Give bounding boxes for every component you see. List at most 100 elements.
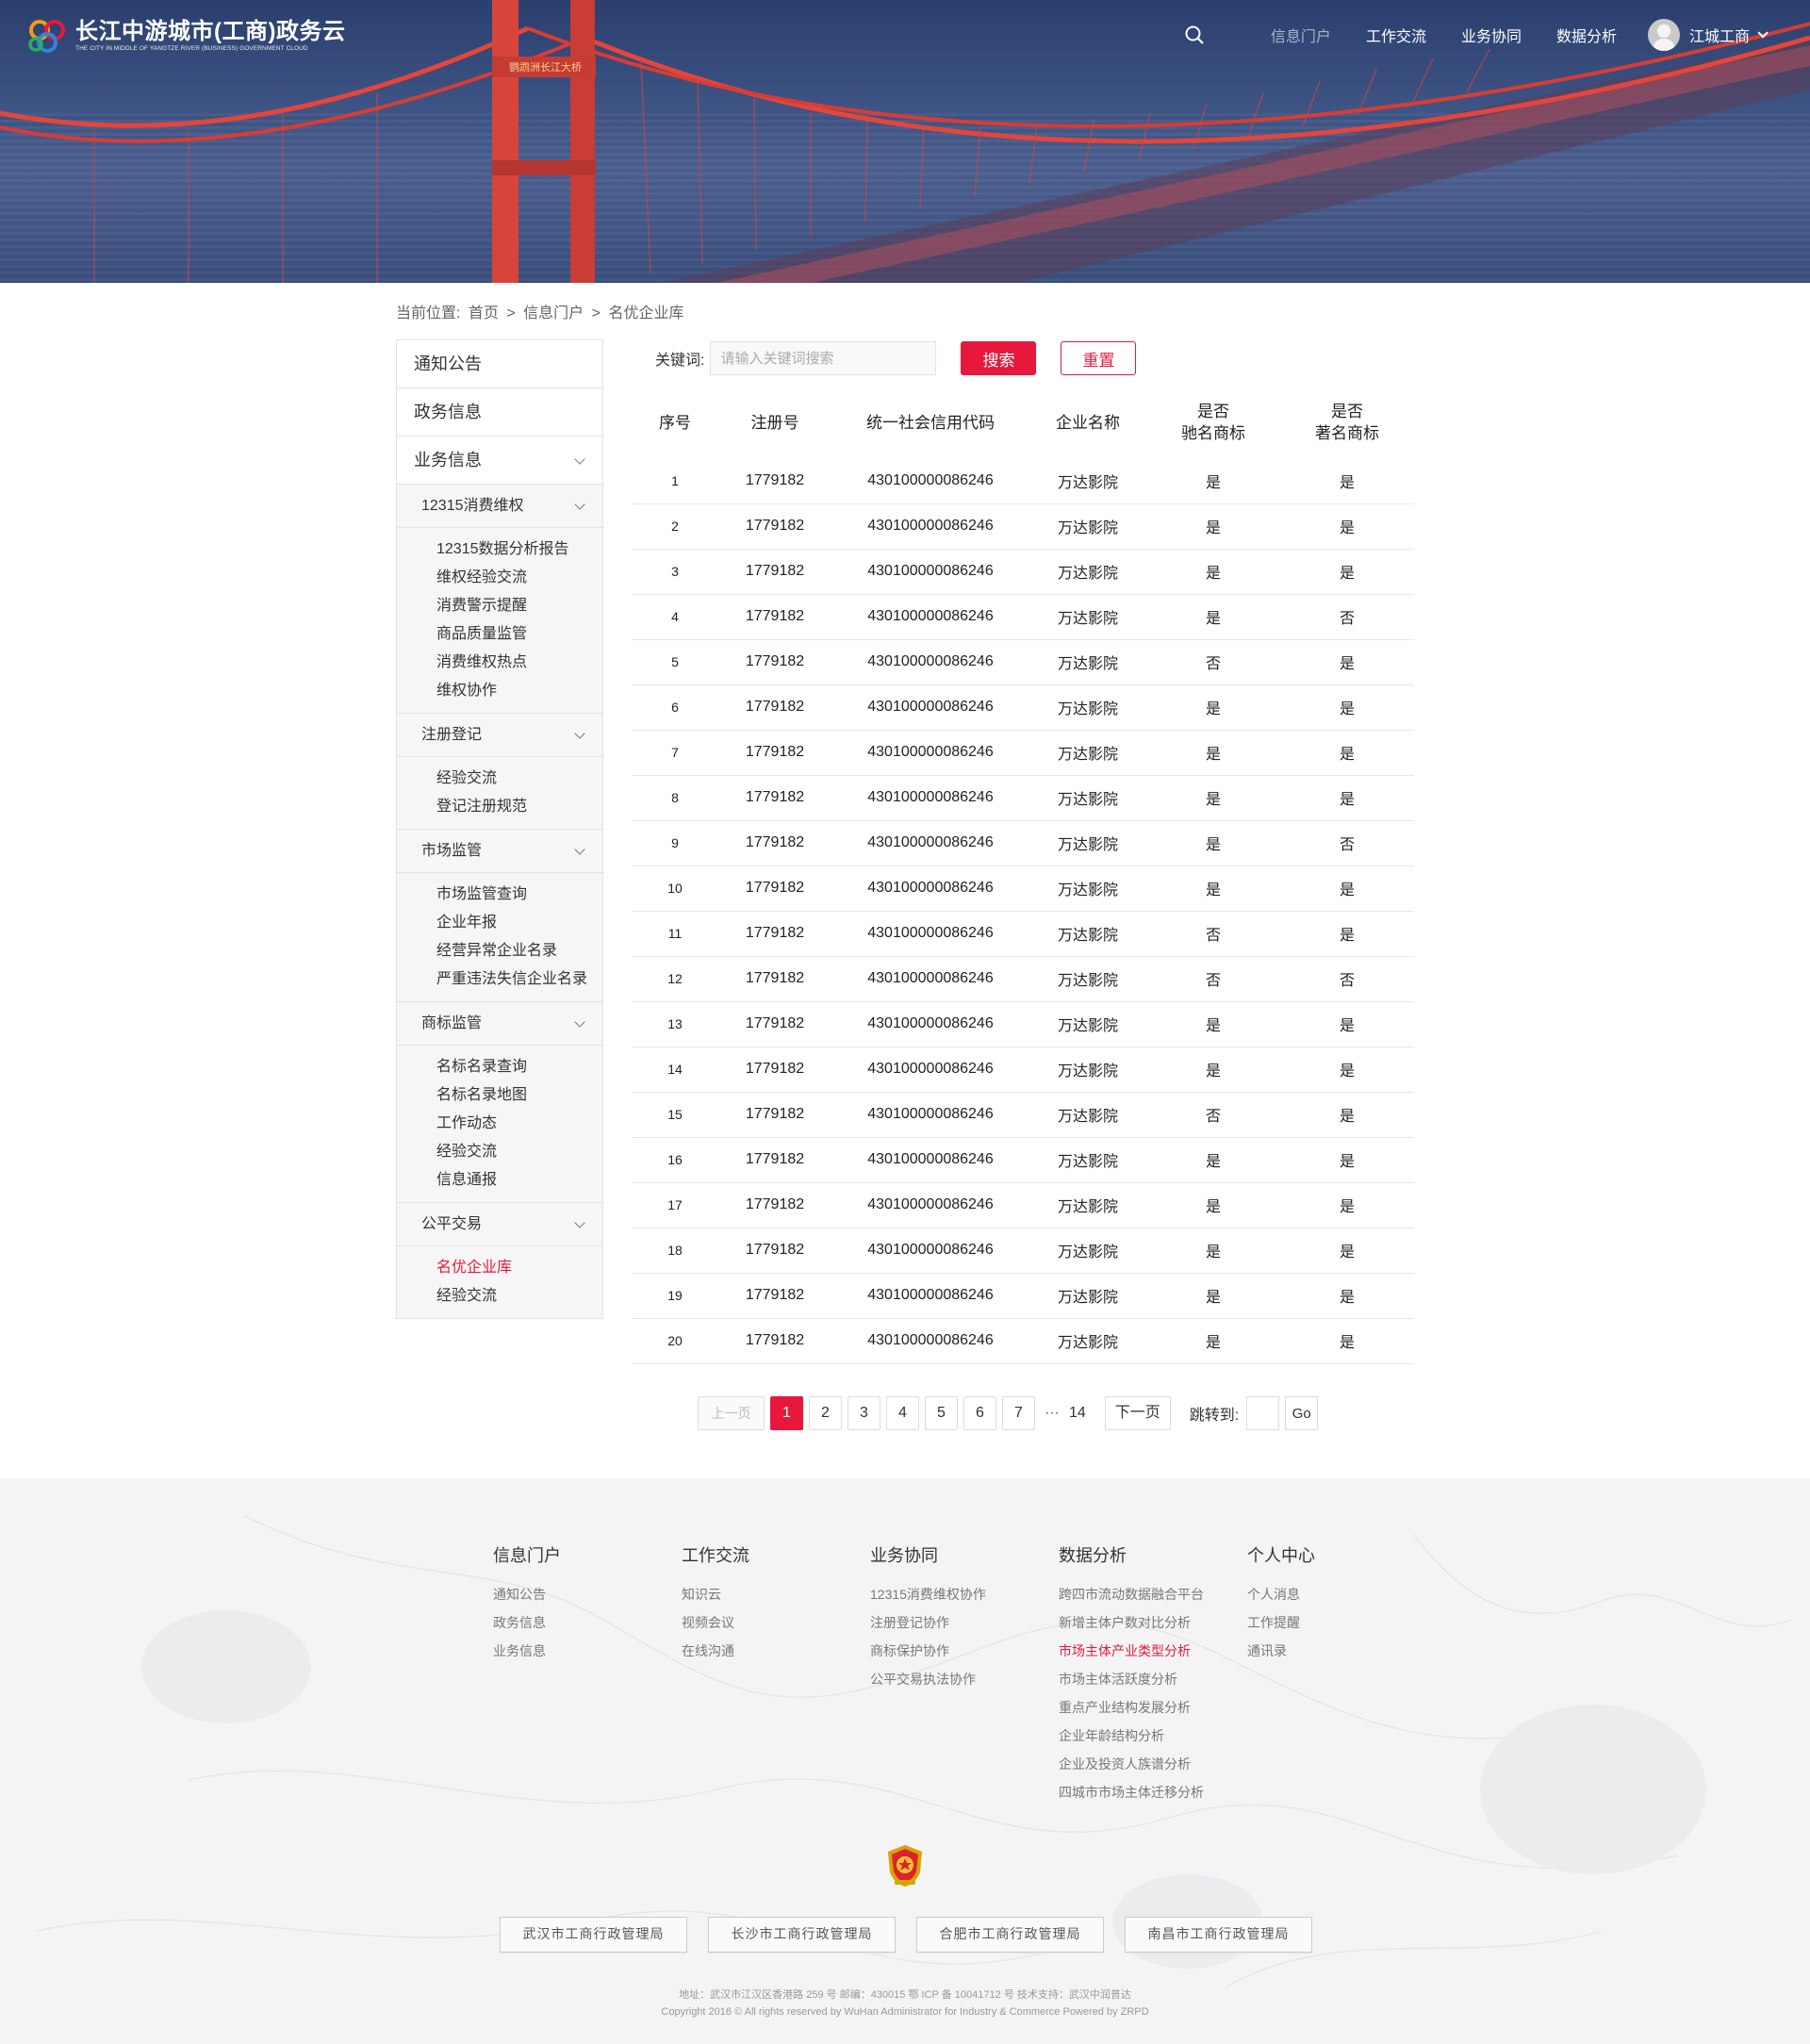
cell-reg-no: 1779182 (718, 1228, 831, 1274)
nav-data-analysis[interactable]: 数据分析 (1556, 24, 1617, 46)
sidebar-item-label: 业务信息 (414, 451, 482, 470)
nav-business-collab[interactable]: 业务协同 (1461, 24, 1522, 46)
cell-company-name: 万达影院 (1029, 1092, 1146, 1138)
cell-credit-code: 430100000086246 (831, 911, 1029, 957)
reset-button[interactable]: 重置 (1061, 341, 1137, 375)
search-button[interactable]: 搜索 (961, 341, 1037, 375)
page-4-button[interactable]: 4 (886, 1396, 919, 1430)
cell-company-name: 万达影院 (1029, 820, 1146, 866)
sidebar-subitem[interactable]: 商品质量监管 (397, 620, 602, 649)
cell-reg-no: 1779182 (718, 911, 831, 957)
sidebar-subitem[interactable]: 名标名录地图 (397, 1081, 602, 1110)
bureau-link-changsha[interactable]: 长沙市工商行政管理局 (708, 1917, 896, 1953)
cell-company-name: 万达影院 (1029, 684, 1146, 731)
site-logo[interactable]: 长江中游城市(工商)政务云 THE CITY IN MIDDLE OF YANG… (26, 17, 345, 55)
page-6-button[interactable]: 6 (963, 1396, 996, 1430)
sidebar-subitem[interactable]: 严重违法失信企业名录 (397, 965, 602, 994)
sidebar-subitem-active[interactable]: 名优企业库 (397, 1254, 602, 1282)
sidebar-subitem[interactable]: 企业年报 (397, 909, 602, 937)
page-1-button[interactable]: 1 (770, 1396, 803, 1430)
cell-famous-mark: 是 (1280, 865, 1414, 912)
footer-link[interactable]: 公平交易执法协作 (870, 1665, 986, 1693)
cell-well-known-mark: 是 (1146, 549, 1280, 595)
footer-link[interactable]: 四城市市场主体迁移分析 (1059, 1778, 1204, 1806)
sidebar-item-gov-info[interactable]: 政务信息 (397, 388, 602, 437)
bureau-link-hefei[interactable]: 合肥市工商行政管理局 (916, 1917, 1104, 1953)
table-row: 7 1779182 430100000086246 万达影院是是 (632, 730, 1414, 776)
footer-link[interactable]: 新增主体户数对比分析 (1059, 1608, 1204, 1637)
sidebar-item-notice[interactable]: 通知公告 (397, 340, 602, 388)
footer-link[interactable]: 企业及投资人族谱分析 (1059, 1750, 1204, 1778)
bureau-link-nanchang[interactable]: 南昌市工商行政管理局 (1125, 1917, 1312, 1953)
cell-famous-mark: 是 (1280, 1182, 1414, 1228)
cell-famous-mark: 是 (1280, 1228, 1414, 1274)
sidebar-subitem[interactable]: 经验交流 (397, 765, 602, 793)
sidebar-subitem[interactable]: 12315数据分析报告 (397, 536, 602, 564)
footer-link[interactable]: 通讯录 (1247, 1637, 1315, 1665)
sidebar-subitem[interactable]: 工作动态 (397, 1110, 602, 1138)
sidebar-item-business-info[interactable]: 业务信息 (397, 437, 602, 485)
jump-page-input[interactable] (1246, 1396, 1280, 1430)
page-2-button[interactable]: 2 (809, 1396, 842, 1430)
footer-link[interactable]: 跨四市流动数据融合平台 (1059, 1580, 1204, 1608)
footer-link[interactable]: 视频会议 (682, 1608, 749, 1637)
sidebar-subitem[interactable]: 维权协作 (397, 677, 602, 705)
footer-link[interactable]: 商标保护协作 (870, 1637, 986, 1665)
sidebar-section-fair-trade[interactable]: 公平交易 (397, 1203, 602, 1246)
nav-work-exchange[interactable]: 工作交流 (1366, 24, 1426, 46)
keyword-input[interactable] (710, 341, 937, 375)
footer-link[interactable]: 在线沟通 (682, 1637, 749, 1665)
footer-link[interactable]: 工作提醒 (1247, 1608, 1315, 1637)
sidebar-subitem[interactable]: 经验交流 (397, 1138, 602, 1166)
footer-link[interactable]: 市场主体活跃度分析 (1059, 1665, 1204, 1693)
sidebar-subitem[interactable]: 经营异常企业名录 (397, 937, 602, 965)
sidebar-subitem[interactable]: 登记注册规范 (397, 793, 602, 821)
cell-company-name: 万达影院 (1029, 1047, 1146, 1093)
sidebar-subitem[interactable]: 信息通报 (397, 1166, 602, 1195)
footer-link[interactable]: 重点产业结构发展分析 (1059, 1693, 1204, 1722)
footer-link[interactable]: 注册登记协作 (870, 1608, 986, 1637)
footer-link[interactable]: 12315消费维权协作 (870, 1580, 986, 1608)
page-7-button[interactable]: 7 (1002, 1396, 1035, 1430)
footer-link[interactable]: 政务信息 (493, 1608, 561, 1637)
cell-well-known-mark: 是 (1146, 684, 1280, 731)
sidebar-subitem[interactable]: 消费警示提醒 (397, 592, 602, 620)
cell-credit-code: 430100000086246 (831, 684, 1029, 731)
footer-link[interactable]: 企业年龄结构分析 (1059, 1722, 1204, 1750)
nav-info-portal[interactable]: 信息门户 (1271, 24, 1331, 46)
sidebar-subitem[interactable]: 市场监管查询 (397, 881, 602, 909)
footer-link[interactable]: 个人消息 (1247, 1580, 1315, 1608)
cell-company-name: 万达影院 (1029, 458, 1146, 504)
cell-credit-code: 430100000086246 (831, 458, 1029, 504)
footer-link[interactable]: 通知公告 (493, 1580, 561, 1608)
go-button[interactable]: Go (1285, 1396, 1319, 1430)
cell-credit-code: 430100000086246 (831, 730, 1029, 776)
sidebar-subitem[interactable]: 维权经验交流 (397, 564, 602, 592)
footer-link-active[interactable]: 市场主体产业类型分析 (1059, 1637, 1204, 1665)
sidebar-section-12315[interactable]: 12315消费维权 (397, 485, 602, 528)
sidebar-subitem[interactable]: 名标名录查询 (397, 1053, 602, 1081)
bureau-link-wuhan[interactable]: 武汉市工商行政管理局 (500, 1917, 687, 1953)
prev-page-button[interactable]: 上一页 (698, 1396, 765, 1430)
user-menu[interactable]: 江城工商 (1647, 19, 1769, 51)
sidebar-subitem[interactable]: 消费维权热点 (397, 649, 602, 677)
sidebar-section-label: 注册登记 (421, 727, 483, 743)
breadcrumb-home[interactable]: 首页 (469, 305, 499, 321)
search-icon[interactable] (1184, 25, 1205, 45)
page-last-button[interactable]: 14 (1069, 1405, 1086, 1422)
breadcrumb-info-portal[interactable]: 信息门户 (523, 305, 584, 321)
next-page-button[interactable]: 下一页 (1104, 1396, 1171, 1430)
footer-link[interactable]: 业务信息 (493, 1637, 561, 1665)
table-body: 1 1779182 430100000086246 万达影院是是 2 1779182 430… (632, 458, 1414, 1364)
sidebar-section-trademark[interactable]: 商标监管 (397, 1002, 602, 1046)
logo-subtitle: THE CITY IN MIDDLE OF YANGTZE RIVER (BUS… (75, 44, 308, 52)
sidebar-subitem[interactable]: 经验交流 (397, 1282, 602, 1310)
cell-seq: 16 (632, 1137, 718, 1183)
page-5-button[interactable]: 5 (925, 1396, 958, 1430)
chevron-down-icon (574, 1217, 585, 1228)
page-3-button[interactable]: 3 (847, 1396, 880, 1430)
cell-well-known-mark: 是 (1146, 775, 1280, 821)
sidebar-section-registration[interactable]: 注册登记 (397, 714, 602, 757)
sidebar-section-market-supervision[interactable]: 市场监管 (397, 830, 602, 873)
footer-link[interactable]: 知识云 (682, 1580, 749, 1608)
